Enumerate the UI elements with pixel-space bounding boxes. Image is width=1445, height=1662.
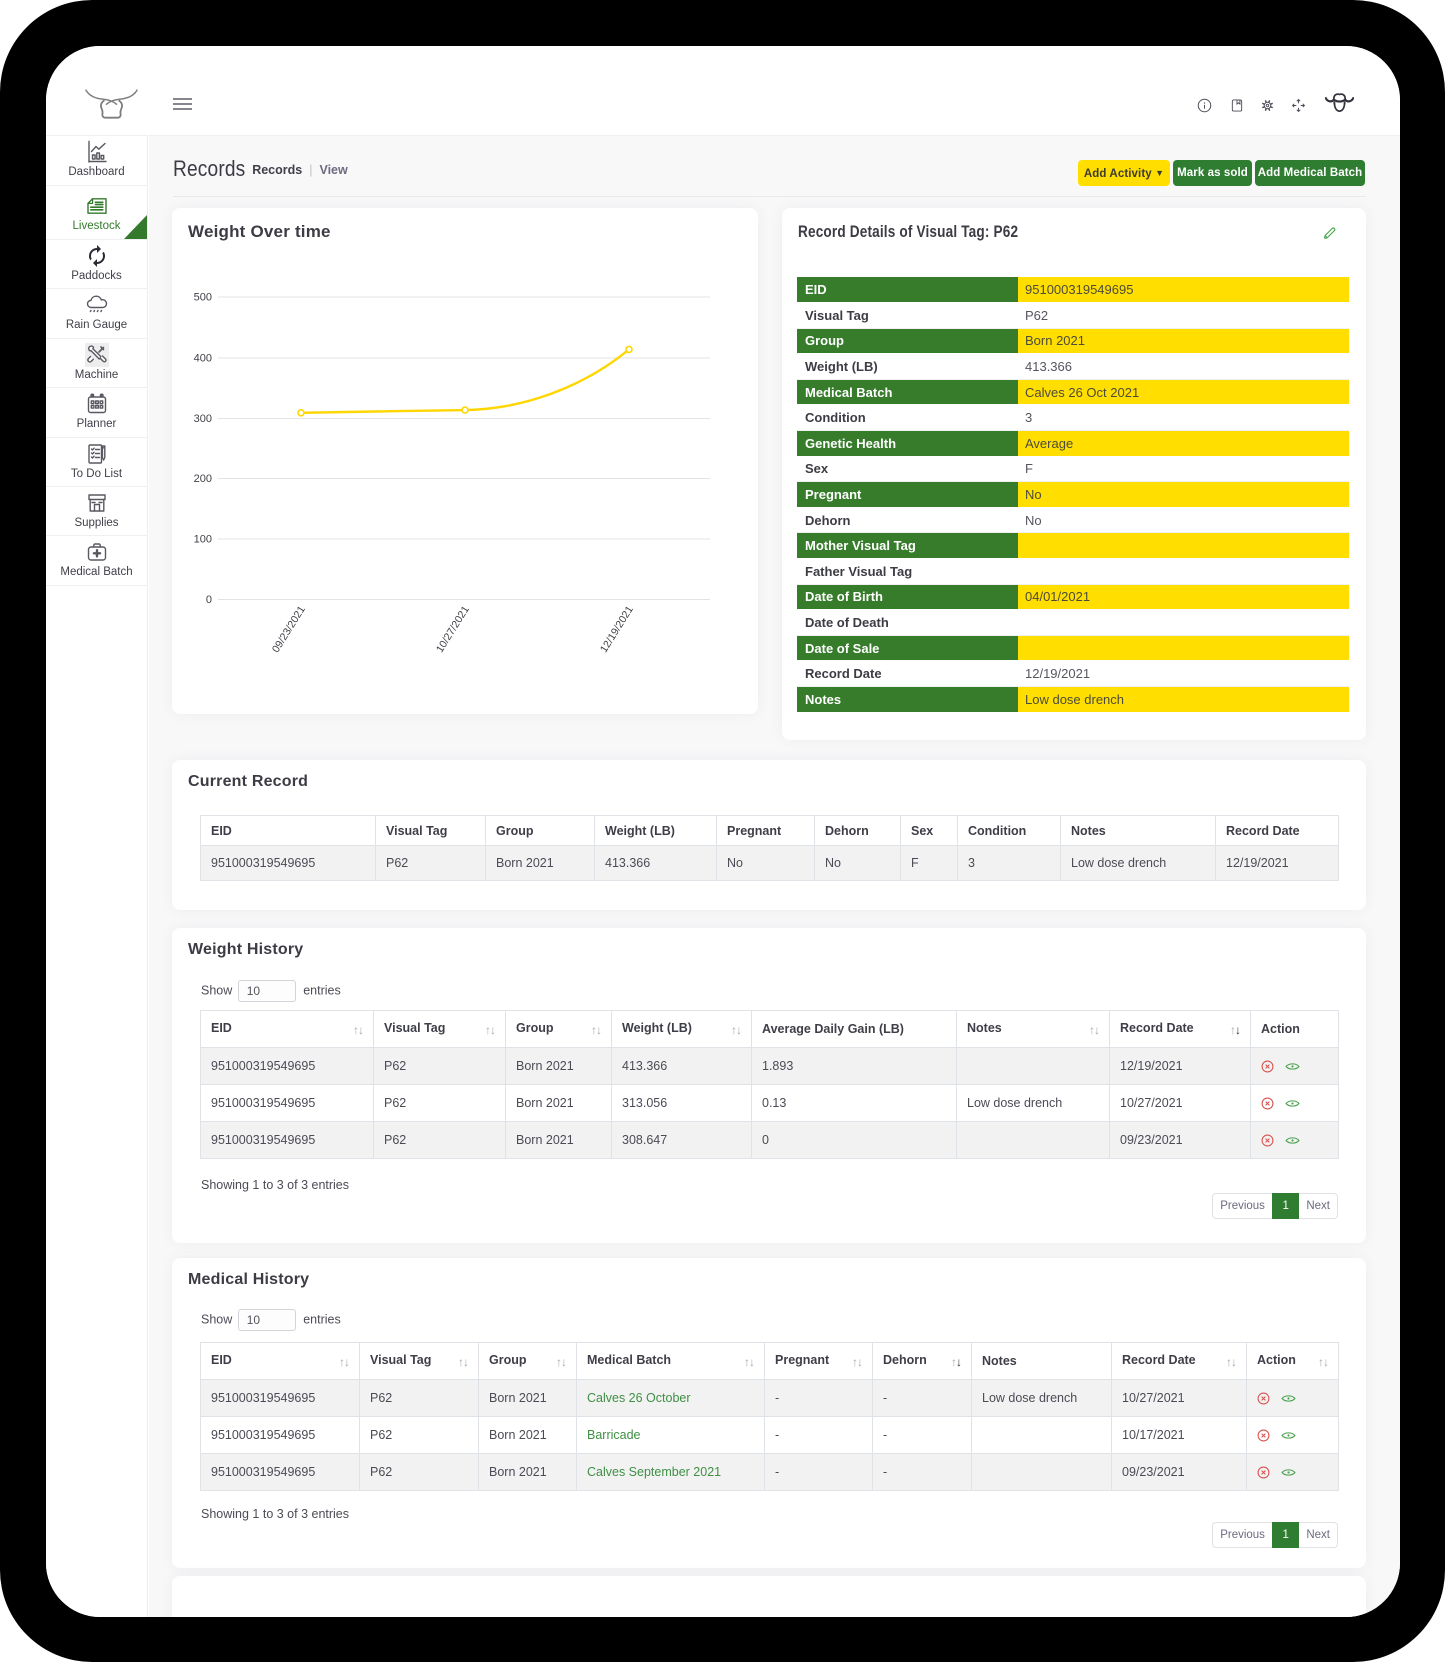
svg-text:0: 0 [206, 594, 212, 606]
svg-text:12/19/2021: 12/19/2021 [598, 604, 636, 655]
svg-text:100: 100 [194, 534, 212, 546]
svg-text:09/23/2021: 09/23/2021 [270, 604, 308, 655]
svg-text:200: 200 [194, 473, 212, 485]
svg-text:400: 400 [194, 353, 212, 365]
svg-text:300: 300 [194, 413, 212, 425]
svg-text:500: 500 [194, 292, 212, 304]
svg-text:10/27/2021: 10/27/2021 [434, 604, 472, 655]
